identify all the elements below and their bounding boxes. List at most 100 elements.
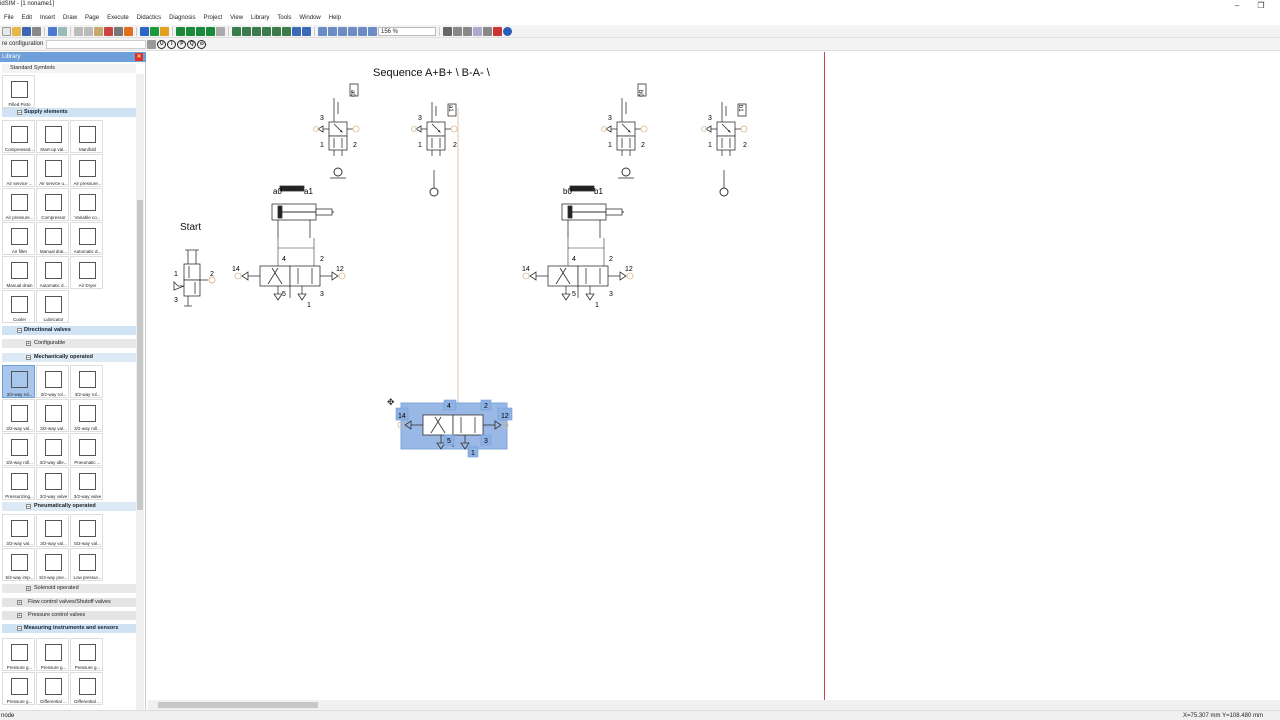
i-icon[interactable]: I bbox=[167, 39, 177, 49]
library-item[interactable]: Manual drain bbox=[2, 256, 35, 289]
distribute-v-icon[interactable] bbox=[302, 26, 311, 36]
pointer-icon[interactable] bbox=[114, 26, 123, 36]
menu-view[interactable]: View bbox=[226, 13, 247, 24]
menu-page[interactable]: Page bbox=[81, 13, 103, 24]
copy-icon[interactable] bbox=[84, 26, 93, 36]
horizontal-scroll-thumb[interactable] bbox=[158, 702, 318, 708]
library-item[interactable]: Low pressur... bbox=[70, 548, 103, 581]
library-item[interactable]: 3/2-way val... bbox=[36, 514, 69, 547]
library-item[interactable]: 5/2-way imp... bbox=[2, 548, 35, 581]
library-item[interactable]: Pneumatic ... bbox=[70, 433, 103, 466]
open-icon[interactable] bbox=[12, 26, 21, 36]
page-setup-icon[interactable] bbox=[483, 26, 492, 36]
library-item[interactable]: 5/2-way val... bbox=[70, 514, 103, 547]
library-item[interactable]: 3/2-way rol... bbox=[70, 365, 103, 398]
section-supply-elements[interactable]: – Supply elements bbox=[2, 108, 136, 117]
end-icon[interactable] bbox=[216, 26, 225, 36]
library-item-filled-piston[interactable]: Filled Pisto bbox=[2, 75, 35, 108]
align-top-icon[interactable] bbox=[262, 26, 271, 36]
zoom-page-icon[interactable] bbox=[348, 26, 357, 36]
menu-execute[interactable]: Execute bbox=[103, 13, 133, 24]
paste-icon[interactable] bbox=[94, 26, 103, 36]
menu-project[interactable]: Project bbox=[199, 13, 226, 24]
print-icon[interactable] bbox=[32, 26, 41, 36]
library-item[interactable]: Compressed... bbox=[2, 120, 35, 153]
limit-valve-a0[interactable] bbox=[313, 83, 360, 179]
valve-5-2-a[interactable] bbox=[234, 265, 346, 301]
menu-library[interactable]: Library bbox=[247, 13, 273, 24]
section-flow-control-valves[interactable]: + Flow control valves/Shutoff valves bbox=[2, 598, 136, 607]
library-item[interactable]: Automatic d... bbox=[36, 256, 69, 289]
zoom-level-select[interactable]: 156 % bbox=[378, 26, 436, 36]
library-item[interactable]: Manual drai... bbox=[36, 222, 69, 255]
library-item[interactable]: 3/2-way roll... bbox=[70, 399, 103, 432]
section-pressure-control-valves[interactable]: + Pressure control valves bbox=[2, 611, 136, 620]
save-icon[interactable] bbox=[22, 26, 31, 36]
zoom-previous-icon[interactable] bbox=[368, 26, 377, 36]
library-item[interactable]: Start-up val... bbox=[36, 120, 69, 153]
distribute-h-icon[interactable] bbox=[292, 26, 301, 36]
library-scroll-thumb[interactable] bbox=[137, 200, 143, 510]
library-item[interactable]: Automatic d... bbox=[70, 222, 103, 255]
zoom-fit-icon[interactable] bbox=[358, 26, 367, 36]
layers-icon[interactable] bbox=[463, 26, 472, 36]
step-forward-icon[interactable] bbox=[196, 26, 205, 36]
rewind-icon[interactable] bbox=[176, 26, 185, 36]
zoom-out-icon[interactable] bbox=[328, 26, 337, 36]
library-item[interactable]: Air service ... bbox=[2, 154, 35, 187]
menu-draw[interactable]: Draw bbox=[59, 13, 81, 24]
align-center-icon[interactable] bbox=[242, 26, 251, 36]
section-solenoid-operated[interactable]: + Solenoid operated bbox=[2, 584, 136, 593]
help-icon[interactable] bbox=[503, 26, 512, 36]
library-item[interactable]: 3/2-way val... bbox=[2, 399, 35, 432]
menu-didactics[interactable]: Didactics bbox=[133, 13, 165, 24]
section-measuring-instruments[interactable]: – Measuring instruments and sensors bbox=[2, 624, 136, 633]
library-item[interactable]: Pressure g... bbox=[2, 672, 35, 705]
menu-file[interactable]: File bbox=[0, 13, 18, 24]
configuration-select[interactable] bbox=[46, 39, 147, 49]
delete-icon[interactable] bbox=[104, 26, 113, 36]
library-item[interactable]: Differential ... bbox=[36, 672, 69, 705]
library-item[interactable]: Air pressure... bbox=[70, 154, 103, 187]
library-item[interactable]: Pressure g... bbox=[2, 638, 35, 671]
pause-icon[interactable] bbox=[160, 26, 169, 36]
close-library-icon[interactable]: ✕ bbox=[135, 53, 143, 61]
fast-forward-icon[interactable] bbox=[206, 26, 215, 36]
align-left-icon[interactable] bbox=[232, 26, 241, 36]
library-toggle-icon[interactable] bbox=[473, 26, 482, 36]
library-item[interactable]: Cooler bbox=[2, 290, 35, 323]
library-item[interactable]: 5/3-way pne... bbox=[36, 548, 69, 581]
zoom-in-icon[interactable] bbox=[318, 26, 327, 36]
library-item[interactable]: Manifold bbox=[70, 120, 103, 153]
library-item[interactable]: Lubricator bbox=[36, 290, 69, 323]
library-item[interactable]: 3/2-way idle... bbox=[36, 433, 69, 466]
library-item[interactable]: Air service u... bbox=[36, 154, 69, 187]
check-icon[interactable] bbox=[493, 26, 502, 36]
library-item[interactable]: Pressurizing... bbox=[2, 467, 35, 500]
state-icon[interactable]: ⊙ bbox=[197, 39, 207, 49]
library-item[interactable]: Pressure g... bbox=[70, 638, 103, 671]
library-item[interactable]: 3/2-way valve bbox=[70, 467, 103, 500]
library-item[interactable]: Air pressure... bbox=[2, 188, 35, 221]
menu-insert[interactable]: Insert bbox=[36, 13, 59, 24]
library-item[interactable]: Compressor bbox=[36, 188, 69, 221]
library-item[interactable]: 3/2-way valve bbox=[36, 467, 69, 500]
library-item[interactable]: 3/2-way rol... bbox=[2, 365, 35, 398]
standard-symbols-node[interactable]: Standard Symbols bbox=[2, 64, 136, 73]
p-icon[interactable]: P bbox=[177, 39, 187, 49]
snap-icon[interactable] bbox=[453, 26, 462, 36]
menu-help[interactable]: Help bbox=[325, 13, 345, 24]
limit-valve-b0[interactable] bbox=[601, 83, 648, 179]
section-pneumatically-operated[interactable]: – Pneumatically operated bbox=[2, 502, 136, 511]
library-item[interactable]: Air filter bbox=[2, 222, 35, 255]
pneumatic-circuit[interactable]: Sequence A+B+ \ B-A- \ Start a0 3 1 2 a1… bbox=[148, 52, 825, 700]
u-icon[interactable]: U bbox=[157, 39, 167, 49]
play-icon[interactable] bbox=[150, 26, 159, 36]
valve-5-2-b[interactable] bbox=[522, 265, 634, 301]
library-item[interactable]: 3/2-way roll... bbox=[2, 433, 35, 466]
library-item[interactable]: 3/2-way val... bbox=[36, 399, 69, 432]
align-bottom-icon[interactable] bbox=[282, 26, 291, 36]
cut-icon[interactable] bbox=[74, 26, 83, 36]
drawing-canvas[interactable]: Sequence A+B+ \ B-A- \ Start a0 3 1 2 a1… bbox=[148, 52, 1280, 710]
properties-icon[interactable] bbox=[147, 39, 157, 49]
